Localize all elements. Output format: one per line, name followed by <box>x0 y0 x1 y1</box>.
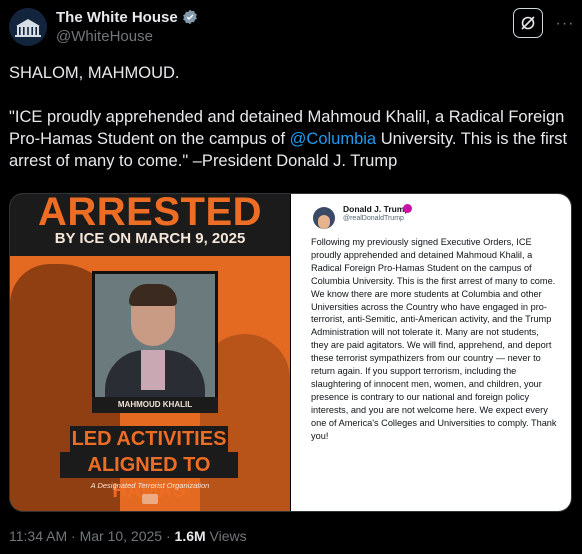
headline-box: ARRESTED BY ICE ON MARCH 9, 2025 <box>10 194 290 256</box>
banner-line-1: LED ACTIVITIES <box>70 426 228 452</box>
post-media[interactable]: ARRESTED BY ICE ON MARCH 9, 2025 MAHMOUD… <box>9 193 572 512</box>
graphic-caption: A Designated Terrorist Organization <box>90 481 210 490</box>
graphic-banner: LED ACTIVITIES ALIGNED TO HAMAS <box>60 426 240 502</box>
grok-icon <box>521 16 535 30</box>
post-quote: "ICE proudly apprehended and detained Ma… <box>9 106 571 172</box>
white-house-logo-icon <box>9 8 47 46</box>
avatar[interactable] <box>9 8 47 46</box>
verified-badge-icon <box>183 9 197 25</box>
graphic-headline: ARRESTED <box>37 194 263 234</box>
person-photo <box>92 271 218 400</box>
columbia-mention-link[interactable]: @Columbia <box>290 130 376 148</box>
account-handle[interactable]: @WhiteHouse <box>56 28 153 45</box>
more-options-button[interactable]: ··· <box>553 12 577 36</box>
arrest-graphic[interactable]: ARRESTED BY ICE ON MARCH 9, 2025 MAHMOUD… <box>10 194 290 511</box>
seal-icon <box>142 494 158 504</box>
post-meta: 11:34 AM · Mar 10, 2025 · 1.6M Views <box>9 528 247 544</box>
embedded-verified-icon <box>403 204 412 213</box>
embedded-handle: @realDonaldTrump <box>343 215 404 222</box>
post-time[interactable]: 11:34 AM <box>9 528 67 544</box>
embedded-name: Donald J. Trump <box>343 204 410 214</box>
embedded-body: Following my previously signed Executive… <box>311 237 557 441</box>
graphic-subheadline: BY ICE ON MARCH 9, 2025 <box>54 230 246 247</box>
post-date[interactable]: Mar 10, 2025 <box>80 528 163 544</box>
meta-separator: · <box>67 528 80 544</box>
embedded-avatar <box>313 207 335 229</box>
banner-line-2: ALIGNED TO HAMAS <box>60 452 238 502</box>
person-label: MAHMOUD KHALIL <box>92 397 218 413</box>
post-header: The White House @WhiteHouse ··· <box>0 0 582 56</box>
account-name[interactable]: The White House <box>56 9 178 26</box>
grok-button[interactable] <box>513 8 543 38</box>
photo-hair <box>129 284 177 306</box>
meta-separator: · <box>162 528 175 544</box>
more-icon: ··· <box>555 15 575 32</box>
post-text: SHALOM, MAHMOUD. "ICE proudly apprehende… <box>9 62 571 172</box>
post-line-1: SHALOM, MAHMOUD. <box>9 64 180 82</box>
views-label: Views <box>205 528 247 544</box>
photo-shirt <box>141 350 165 390</box>
views-count[interactable]: 1.6M <box>175 528 206 544</box>
embedded-post-screenshot[interactable]: Donald J. Trump @realDonaldTrump Followi… <box>291 194 571 511</box>
